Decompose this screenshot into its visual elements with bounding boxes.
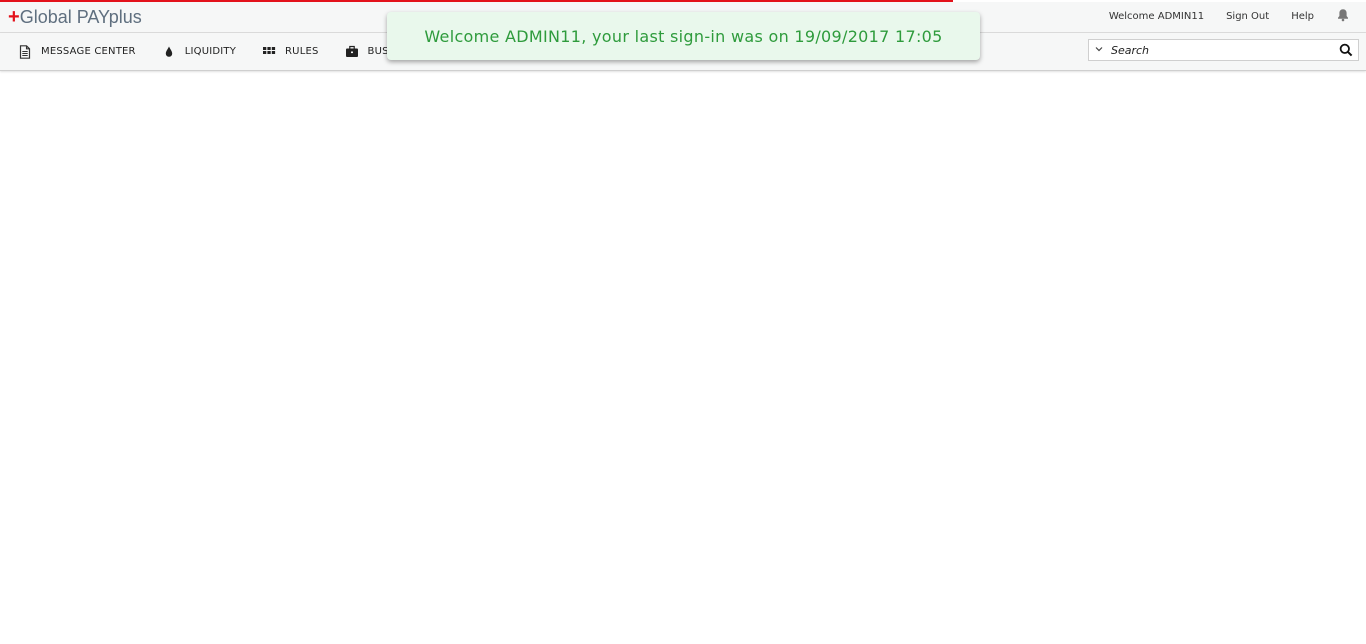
welcome-toast-notification[interactable]: Welcome ADMIN11, your last sign-in was o… <box>387 12 980 60</box>
grid-icon <box>263 46 276 54</box>
notifications-button[interactable] <box>1336 8 1350 25</box>
nav-item-label: RULES <box>285 46 319 57</box>
nav-menu: MESSAGE CENTER LIQUIDITY RULES BUS <box>18 33 415 70</box>
document-icon <box>19 44 31 59</box>
search-icon[interactable] <box>1339 43 1353 57</box>
logo-text: Global PAYplus <box>19 7 142 27</box>
toast-message: Welcome ADMIN11, your last sign-in was o… <box>424 26 943 46</box>
nav-item-label: BUS <box>367 46 389 57</box>
sign-out-link[interactable]: Sign Out <box>1226 11 1269 22</box>
nav-item-message-center[interactable]: MESSAGE CENTER <box>18 44 136 59</box>
search-box <box>1088 39 1359 61</box>
nav-item-rules[interactable]: RULES <box>262 45 319 59</box>
briefcase-icon <box>345 45 358 57</box>
app-logo[interactable]: +Global PAYplus <box>8 7 142 27</box>
chevron-down-icon[interactable] <box>1094 44 1104 54</box>
nav-item-liquidity[interactable]: LIQUIDITY <box>162 45 236 59</box>
search-input[interactable] <box>1111 41 1321 59</box>
drop-icon <box>165 46 172 57</box>
help-link[interactable]: Help <box>1291 11 1314 22</box>
logo-plus-mark: + <box>8 6 20 28</box>
header-links: Welcome ADMIN11 Sign Out Help <box>1109 8 1350 25</box>
nav-item-business[interactable]: BUS <box>345 45 389 59</box>
nav-item-label: MESSAGE CENTER <box>41 46 136 57</box>
bell-icon <box>1338 9 1348 22</box>
welcome-user-link[interactable]: Welcome ADMIN11 <box>1109 11 1204 22</box>
nav-item-label: LIQUIDITY <box>184 46 237 57</box>
